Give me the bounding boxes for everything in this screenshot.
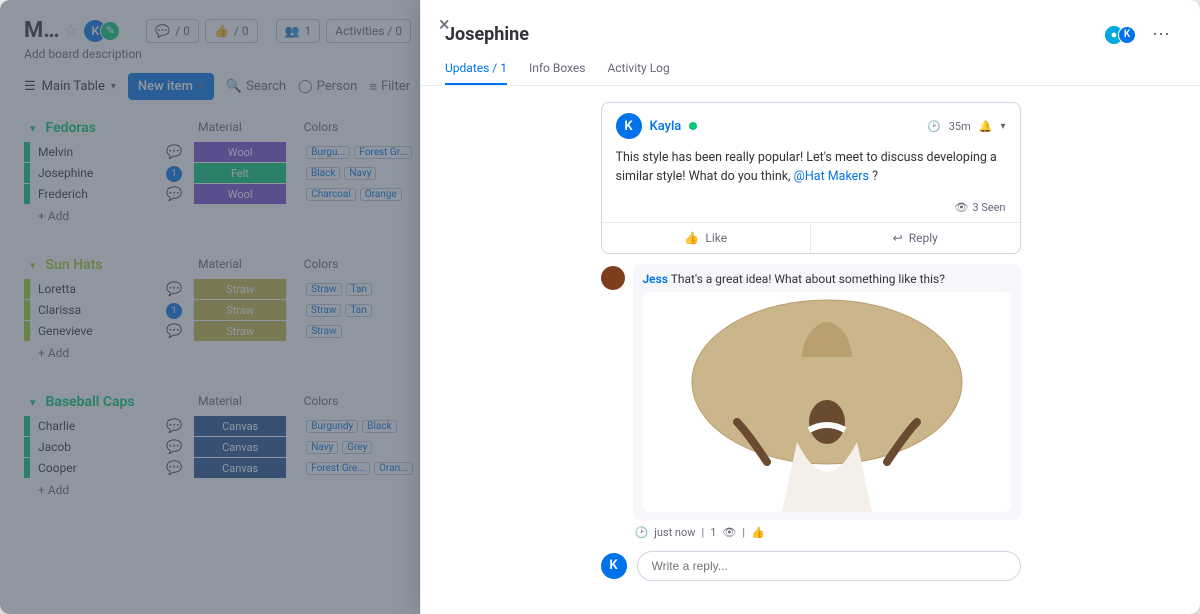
like-button[interactable]: 👍Like: [602, 223, 812, 253]
update-post: K Kayla 🕑 35m 🔔 ▾ This style has been re…: [601, 102, 1021, 254]
clock-icon: 🕑: [927, 120, 941, 133]
reply-post: Jess That's a great idea! What about som…: [601, 264, 1021, 520]
bell-icon[interactable]: 🔔: [979, 120, 993, 133]
eye-icon: 👁: [954, 201, 968, 214]
tab-info-boxes[interactable]: Info Boxes: [529, 61, 585, 85]
post-time: 35m: [949, 120, 971, 133]
post-author[interactable]: Kayla: [650, 119, 682, 134]
item-panel: × Josephine ● K ⋯ Updates / 1 Info Boxes…: [420, 0, 1200, 614]
avatar-initial: K: [1118, 26, 1136, 44]
reply-author[interactable]: Jess: [643, 272, 668, 286]
clock-icon: 🕑: [635, 526, 649, 539]
post-avatar[interactable]: K: [616, 113, 642, 139]
reply-button[interactable]: ↩Reply: [811, 223, 1020, 253]
reply-input[interactable]: [637, 551, 1021, 581]
reply-icon: ↩: [893, 231, 903, 245]
post-body: This style has been really popular! Let'…: [602, 143, 1020, 197]
thumbs-up-icon: 👍: [684, 231, 699, 245]
thumbs-up-icon[interactable]: 👍: [751, 526, 765, 539]
chevron-down-icon[interactable]: ▾: [1000, 121, 1005, 132]
tab-updates[interactable]: Updates / 1: [445, 61, 507, 85]
reply-view-count: 1: [710, 526, 716, 539]
panel-title[interactable]: Josephine: [445, 24, 529, 45]
reply-text: That's a great idea! What about somethin…: [671, 272, 945, 286]
reply-avatar[interactable]: [601, 266, 625, 290]
seen-count[interactable]: 3 Seen: [972, 201, 1005, 214]
reply-image[interactable]: [643, 292, 1011, 512]
panel-avatars[interactable]: ● K: [1104, 25, 1136, 45]
close-icon[interactable]: ×: [439, 12, 450, 36]
tab-activity-log[interactable]: Activity Log: [607, 61, 669, 85]
input-avatar: K: [601, 553, 627, 579]
panel-more-icon[interactable]: ⋯: [1146, 22, 1176, 47]
reply-time: just now: [654, 526, 695, 539]
eye-icon: 👁: [722, 526, 736, 539]
mention[interactable]: @Hat Makers: [794, 169, 869, 184]
online-indicator-icon: [689, 122, 697, 130]
